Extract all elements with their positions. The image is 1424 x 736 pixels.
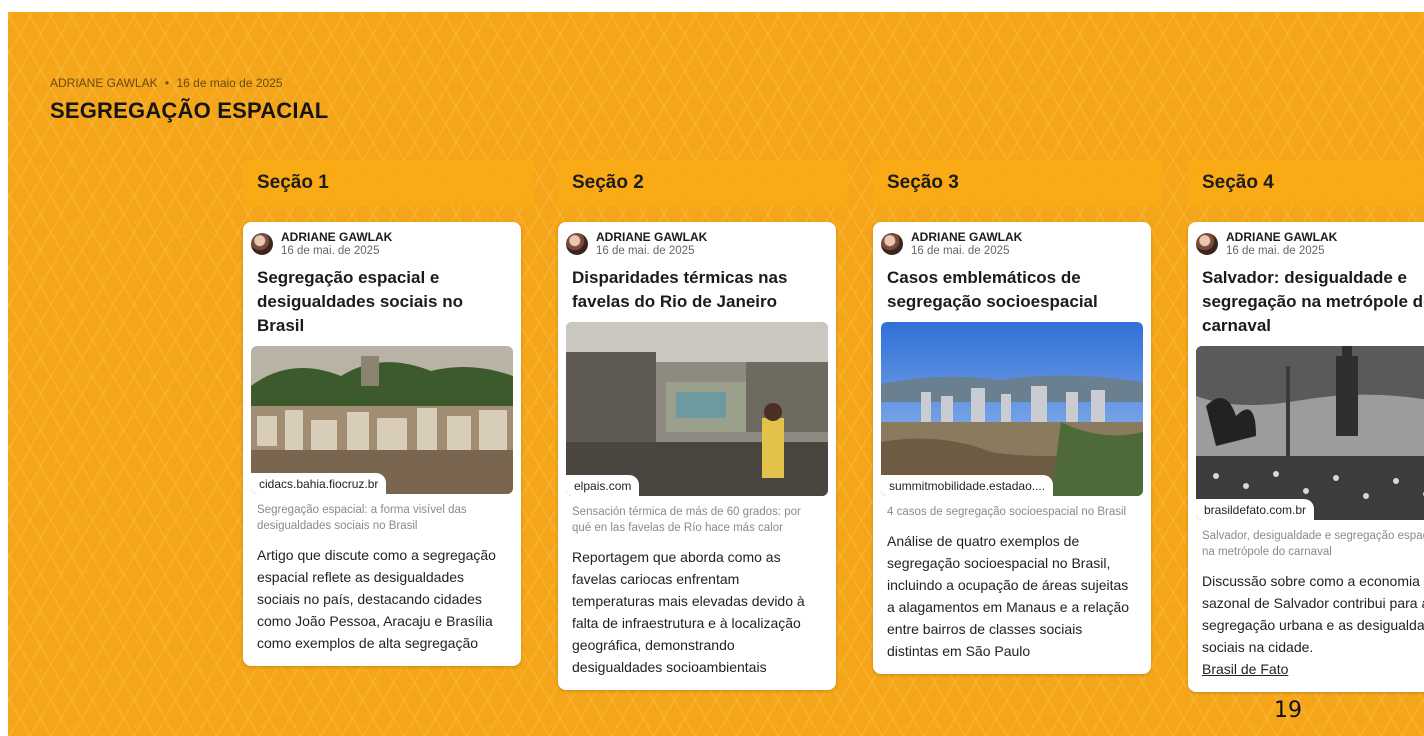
avatar [881, 233, 903, 255]
section-heading[interactable]: Seção 1 [243, 160, 533, 206]
source-link[interactable]: Brasil de Fato [1202, 658, 1424, 680]
city-skyline-photo [881, 322, 1143, 496]
post-author: ADRIANE GAWLAK 16 de mai. de 2025 [1196, 230, 1424, 258]
post-title: Casos emblemáticos de segregação socioes… [887, 268, 1098, 311]
section-column-4: Seção 4 ADRIANE GAWLAK 16 de mai. de 202… [1188, 160, 1424, 692]
post-card[interactable]: ADRIANE GAWLAK 16 de mai. de 2025 Segreg… [243, 222, 521, 666]
post-date: 16 de mai. de 2025 [596, 245, 695, 257]
section-heading[interactable]: Seção 3 [873, 160, 1163, 206]
avatar [1196, 233, 1218, 255]
author-name: ADRIANE GAWLAK [281, 230, 393, 244]
post-description: Artigo que discute como a segregação esp… [257, 547, 496, 651]
link-caption: Salvador, desigualdade e segregação espa… [1202, 530, 1424, 558]
board-date: 16 de maio de 2025 [176, 76, 283, 90]
link-caption: Sensación térmica de más de 60 grados: p… [572, 506, 801, 534]
author-name: ADRIANE GAWLAK [1226, 230, 1338, 244]
post-author: ADRIANE GAWLAK 16 de mai. de 2025 [881, 230, 1143, 258]
post-card[interactable]: ADRIANE GAWLAK 16 de mai. de 2025 Casos … [873, 222, 1151, 674]
post-card[interactable]: ADRIANE GAWLAK 16 de mai. de 2025 Salvad… [1188, 222, 1424, 692]
link-preview-image[interactable]: cidacs.bahia.fiocruz.br [251, 346, 513, 494]
section-column-1: Seção 1 ADRIANE GAWLAK 16 de mai. de 202… [243, 160, 533, 666]
link-caption: 4 casos de segregação socioespacial no B… [887, 506, 1127, 518]
post-title: Disparidades térmicas nas favelas do Rio… [572, 268, 788, 311]
board-author: ADRIANE GAWLAK [50, 76, 158, 90]
post-description: Discussão sobre como a economia sazonal … [1202, 573, 1424, 655]
link-source: brasildefato.com.br [1196, 499, 1315, 520]
board-meta: ADRIANE GAWLAK • 16 de maio de 2025 [50, 76, 283, 90]
city-hillside-photo [251, 346, 513, 494]
post-title: Salvador: desigualdade e segregação na m… [1202, 268, 1424, 335]
post-description: Análise de quatro exemplos de segregação… [887, 533, 1130, 659]
post-author: ADRIANE GAWLAK 16 de mai. de 2025 [251, 230, 513, 258]
section-heading[interactable]: Seção 4 [1188, 160, 1424, 206]
post-date: 16 de mai. de 2025 [1226, 245, 1325, 257]
meta-separator: • [164, 76, 170, 90]
post-card[interactable]: ADRIANE GAWLAK 16 de mai. de 2025 Dispar… [558, 222, 836, 690]
section-column-2: Seção 2 ADRIANE GAWLAK 16 de mai. de 202… [558, 160, 848, 690]
post-author: ADRIANE GAWLAK 16 de mai. de 2025 [566, 230, 828, 258]
section-heading[interactable]: Seção 2 [558, 160, 848, 206]
post-date: 16 de mai. de 2025 [281, 245, 380, 257]
link-source: cidacs.bahia.fiocruz.br [251, 473, 387, 494]
link-preview-image[interactable]: elpais.com [566, 322, 828, 496]
link-caption: Segregação espacial: a forma visível das… [257, 504, 467, 532]
link-preview-image[interactable]: brasildefato.com.br [1196, 346, 1424, 520]
link-source: summitmobilidade.estadao.... [881, 475, 1054, 496]
post-title: Segregação espacial e desigualdades soci… [257, 268, 463, 335]
favela-rooftop-photo [566, 322, 828, 496]
board-title: SEGREGAÇÃO ESPACIAL [50, 98, 329, 123]
avatar [566, 233, 588, 255]
post-description: Reportagem que aborda como as favelas ca… [572, 549, 805, 675]
author-name: ADRIANE GAWLAK [911, 230, 1023, 244]
post-date: 16 de mai. de 2025 [911, 245, 1010, 257]
page-number: 19 [1274, 698, 1302, 723]
link-preview-image[interactable]: summitmobilidade.estadao.... [881, 322, 1143, 496]
section-column-3: Seção 3 ADRIANE GAWLAK 16 de mai. de 202… [873, 160, 1163, 674]
author-name: ADRIANE GAWLAK [596, 230, 708, 244]
link-source: elpais.com [566, 475, 640, 496]
padlet-board: ADRIANE GAWLAK • 16 de maio de 2025 SEGR… [8, 12, 1424, 736]
carnival-crowd-photo [1196, 346, 1424, 520]
avatar [251, 233, 273, 255]
